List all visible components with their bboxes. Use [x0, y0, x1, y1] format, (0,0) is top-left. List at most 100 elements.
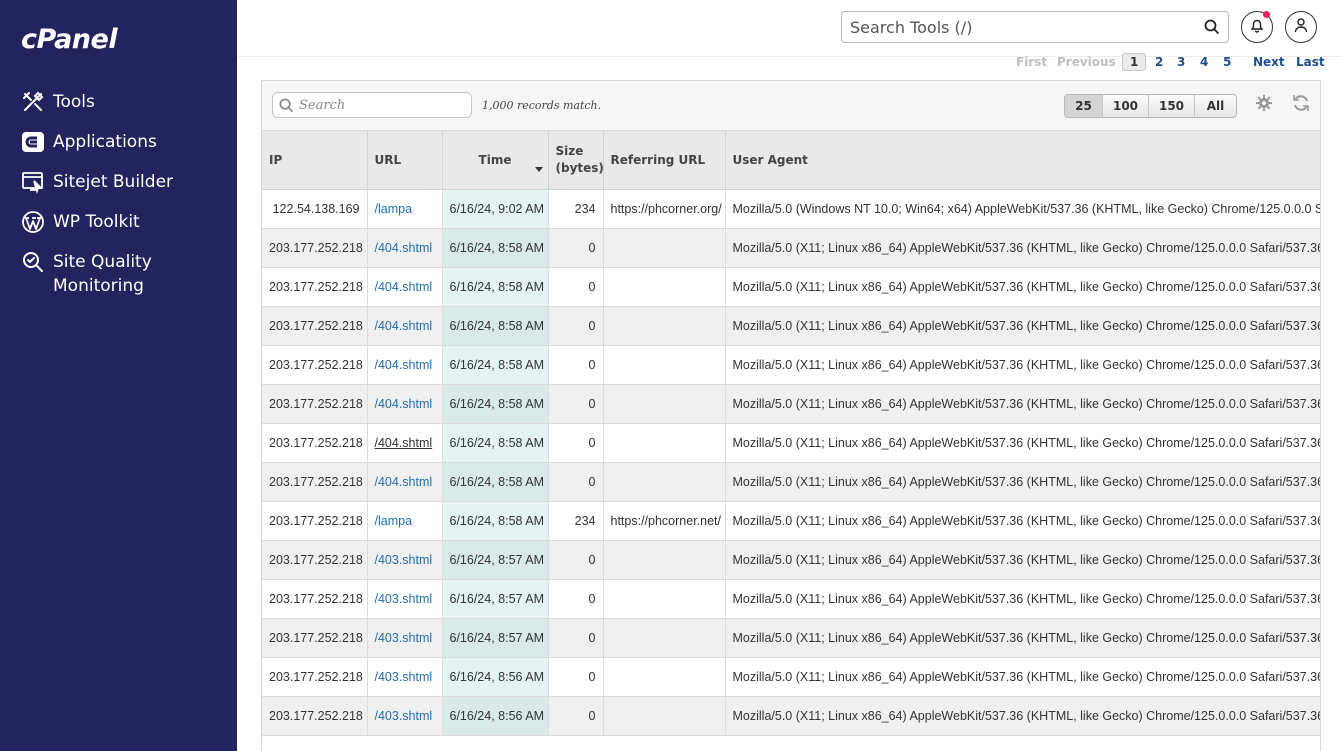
refresh-icon[interactable] — [1291, 93, 1311, 113]
sidebar-item-applications[interactable]: Applications — [0, 130, 237, 170]
time-cell: 6/16/24, 8:58 AM — [442, 228, 549, 268]
size-cell: 0 — [548, 696, 604, 736]
ip-cell: 203.177.252.218 — [262, 267, 368, 307]
table-body: 122.54.138.169/lampa 6/16/24, 9:02 AM 234 h… — [262, 189, 1320, 736]
url-cell: /lampa — [367, 189, 443, 229]
sidebar-item-site-quality[interactable]: Site Quality Monitoring — [0, 250, 237, 306]
user-agent-cell: Mozilla/5.0 (X11; Linux x86_64) AppleWeb… — [725, 540, 1320, 580]
ip-cell: 203.177.252.218 — [262, 384, 368, 424]
url-link[interactable]: /403.shtml — [375, 592, 433, 606]
time-cell: 6/16/24, 8:58 AM — [442, 423, 549, 463]
column-header-referring-url[interactable]: Referring URL — [603, 131, 726, 190]
user-agent-cell: Mozilla/5.0 (X11; Linux x86_64) AppleWeb… — [725, 267, 1320, 307]
referring-url-cell — [603, 696, 726, 736]
sort-desc-icon — [534, 167, 543, 172]
ip-cell: 203.177.252.218 — [262, 579, 368, 619]
referring-url-cell — [603, 579, 726, 619]
pagination-last[interactable]: Last — [1296, 55, 1325, 69]
pagination-page-5[interactable]: 5 — [1223, 55, 1231, 69]
notifications-button[interactable] — [1241, 11, 1273, 43]
time-cell: 6/16/24, 8:58 AM — [442, 462, 549, 502]
sidebar-item-tools[interactable]: Tools — [0, 90, 237, 130]
ip-cell: 203.177.252.218 — [262, 657, 368, 697]
pagination-page-1[interactable]: 1 — [1122, 53, 1147, 71]
sidebar: cPanel Tools Applications Sitejet Builde… — [0, 0, 237, 751]
size-cell: 0 — [548, 267, 604, 307]
size-cell: 0 — [548, 540, 604, 580]
ip-cell: 203.177.252.218 — [262, 345, 368, 385]
page-size-25[interactable]: 25 — [1065, 95, 1103, 117]
pagination-page-2[interactable]: 2 — [1155, 55, 1163, 69]
url-cell: /403.shtml — [367, 579, 443, 619]
column-header-user-agent[interactable]: User Agent — [725, 131, 1320, 190]
referring-url-cell — [603, 423, 726, 463]
search-tools-input[interactable] — [842, 12, 1182, 42]
page-size-100[interactable]: 100 — [1103, 95, 1149, 117]
time-cell: 6/16/24, 8:58 AM — [442, 384, 549, 424]
ip-cell: 203.177.252.218 — [262, 423, 368, 463]
user-menu-button[interactable] — [1285, 11, 1317, 43]
url-link[interactable]: /lampa — [375, 202, 413, 216]
user-agent-cell: Mozilla/5.0 (X11; Linux x86_64) AppleWeb… — [725, 228, 1320, 268]
pagination-next[interactable]: Next — [1253, 55, 1285, 69]
search-icon[interactable] — [1204, 19, 1220, 35]
sidebar-item-label: Applications — [53, 132, 157, 152]
pagination-page-4[interactable]: 4 — [1200, 55, 1208, 69]
time-cell: 6/16/24, 8:57 AM — [442, 579, 549, 619]
url-link[interactable]: /404.shtml — [375, 475, 433, 489]
user-agent-cell: Mozilla/5.0 (X11; Linux x86_64) AppleWeb… — [725, 345, 1320, 385]
ip-cell: 203.177.252.218 — [262, 540, 368, 580]
table-row: 203.177.252.218/404.shtml 6/16/24, 8:58 A… — [262, 384, 1320, 424]
sitejet-icon — [21, 170, 45, 194]
url-cell: /404.shtml — [367, 423, 443, 463]
referring-url-cell: https://phcorner.net/ — [603, 501, 726, 541]
gear-icon[interactable] — [1254, 93, 1274, 113]
url-cell: /404.shtml — [367, 384, 443, 424]
page-size-150[interactable]: 150 — [1149, 95, 1195, 117]
referring-url-cell — [603, 657, 726, 697]
sidebar-item-wp-toolkit[interactable]: WP Toolkit — [0, 210, 237, 250]
site-quality-icon — [21, 250, 45, 274]
time-cell: 6/16/24, 8:56 AM — [442, 696, 549, 736]
column-header-time[interactable]: Time — [442, 131, 549, 190]
time-cell: 6/16/24, 8:57 AM — [442, 618, 549, 658]
url-link[interactable]: /403.shtml — [375, 670, 433, 684]
column-header-size[interactable]: Size (bytes) — [548, 131, 604, 190]
pagination-page-3[interactable]: 3 — [1177, 55, 1185, 69]
sidebar-item-label: Tools — [53, 92, 95, 112]
referring-url-cell — [603, 267, 726, 307]
column-header-label: Time — [478, 152, 512, 167]
size-cell: 0 — [548, 579, 604, 619]
url-link[interactable]: /404.shtml — [375, 436, 433, 450]
url-link[interactable]: /404.shtml — [375, 397, 433, 411]
search-tools-box — [841, 11, 1229, 43]
url-link[interactable]: /403.shtml — [375, 709, 433, 723]
column-header-url[interactable]: URL — [367, 131, 443, 190]
size-cell: 0 — [548, 228, 604, 268]
url-link[interactable]: /404.shtml — [375, 358, 433, 372]
table-row: 203.177.252.218/403.shtml 6/16/24, 8:56 A… — [262, 657, 1320, 697]
cpanel-logo[interactable]: cPanel — [21, 24, 118, 55]
url-cell: /404.shtml — [367, 306, 443, 346]
applications-icon — [21, 130, 45, 154]
url-link[interactable]: /403.shtml — [375, 631, 433, 645]
time-cell: 6/16/24, 8:58 AM — [442, 345, 549, 385]
ip-cell: 122.54.138.169 — [262, 189, 368, 229]
url-link[interactable]: /403.shtml — [375, 553, 433, 567]
url-link[interactable]: /404.shtml — [375, 319, 433, 333]
url-cell: /404.shtml — [367, 462, 443, 502]
sidebar-item-label: WP Toolkit — [53, 212, 140, 232]
ip-cell: 203.177.252.218 — [262, 696, 368, 736]
page-size-all[interactable]: All — [1195, 95, 1236, 117]
size-cell: 0 — [548, 345, 604, 385]
pagination: First Previous 1 2 3 4 5 Next Last — [237, 52, 1341, 72]
records-search-input[interactable] — [299, 95, 469, 115]
url-link[interactable]: /404.shtml — [375, 241, 433, 255]
url-link[interactable]: /404.shtml — [375, 280, 433, 294]
user-agent-cell: Mozilla/5.0 (X11; Linux x86_64) AppleWeb… — [725, 579, 1320, 619]
referring-url-cell — [603, 618, 726, 658]
url-link[interactable]: /lampa — [375, 514, 413, 528]
sidebar-item-sitejet[interactable]: Sitejet Builder — [0, 170, 237, 210]
ip-cell: 203.177.252.218 — [262, 462, 368, 502]
column-header-ip[interactable]: IP — [262, 131, 368, 190]
